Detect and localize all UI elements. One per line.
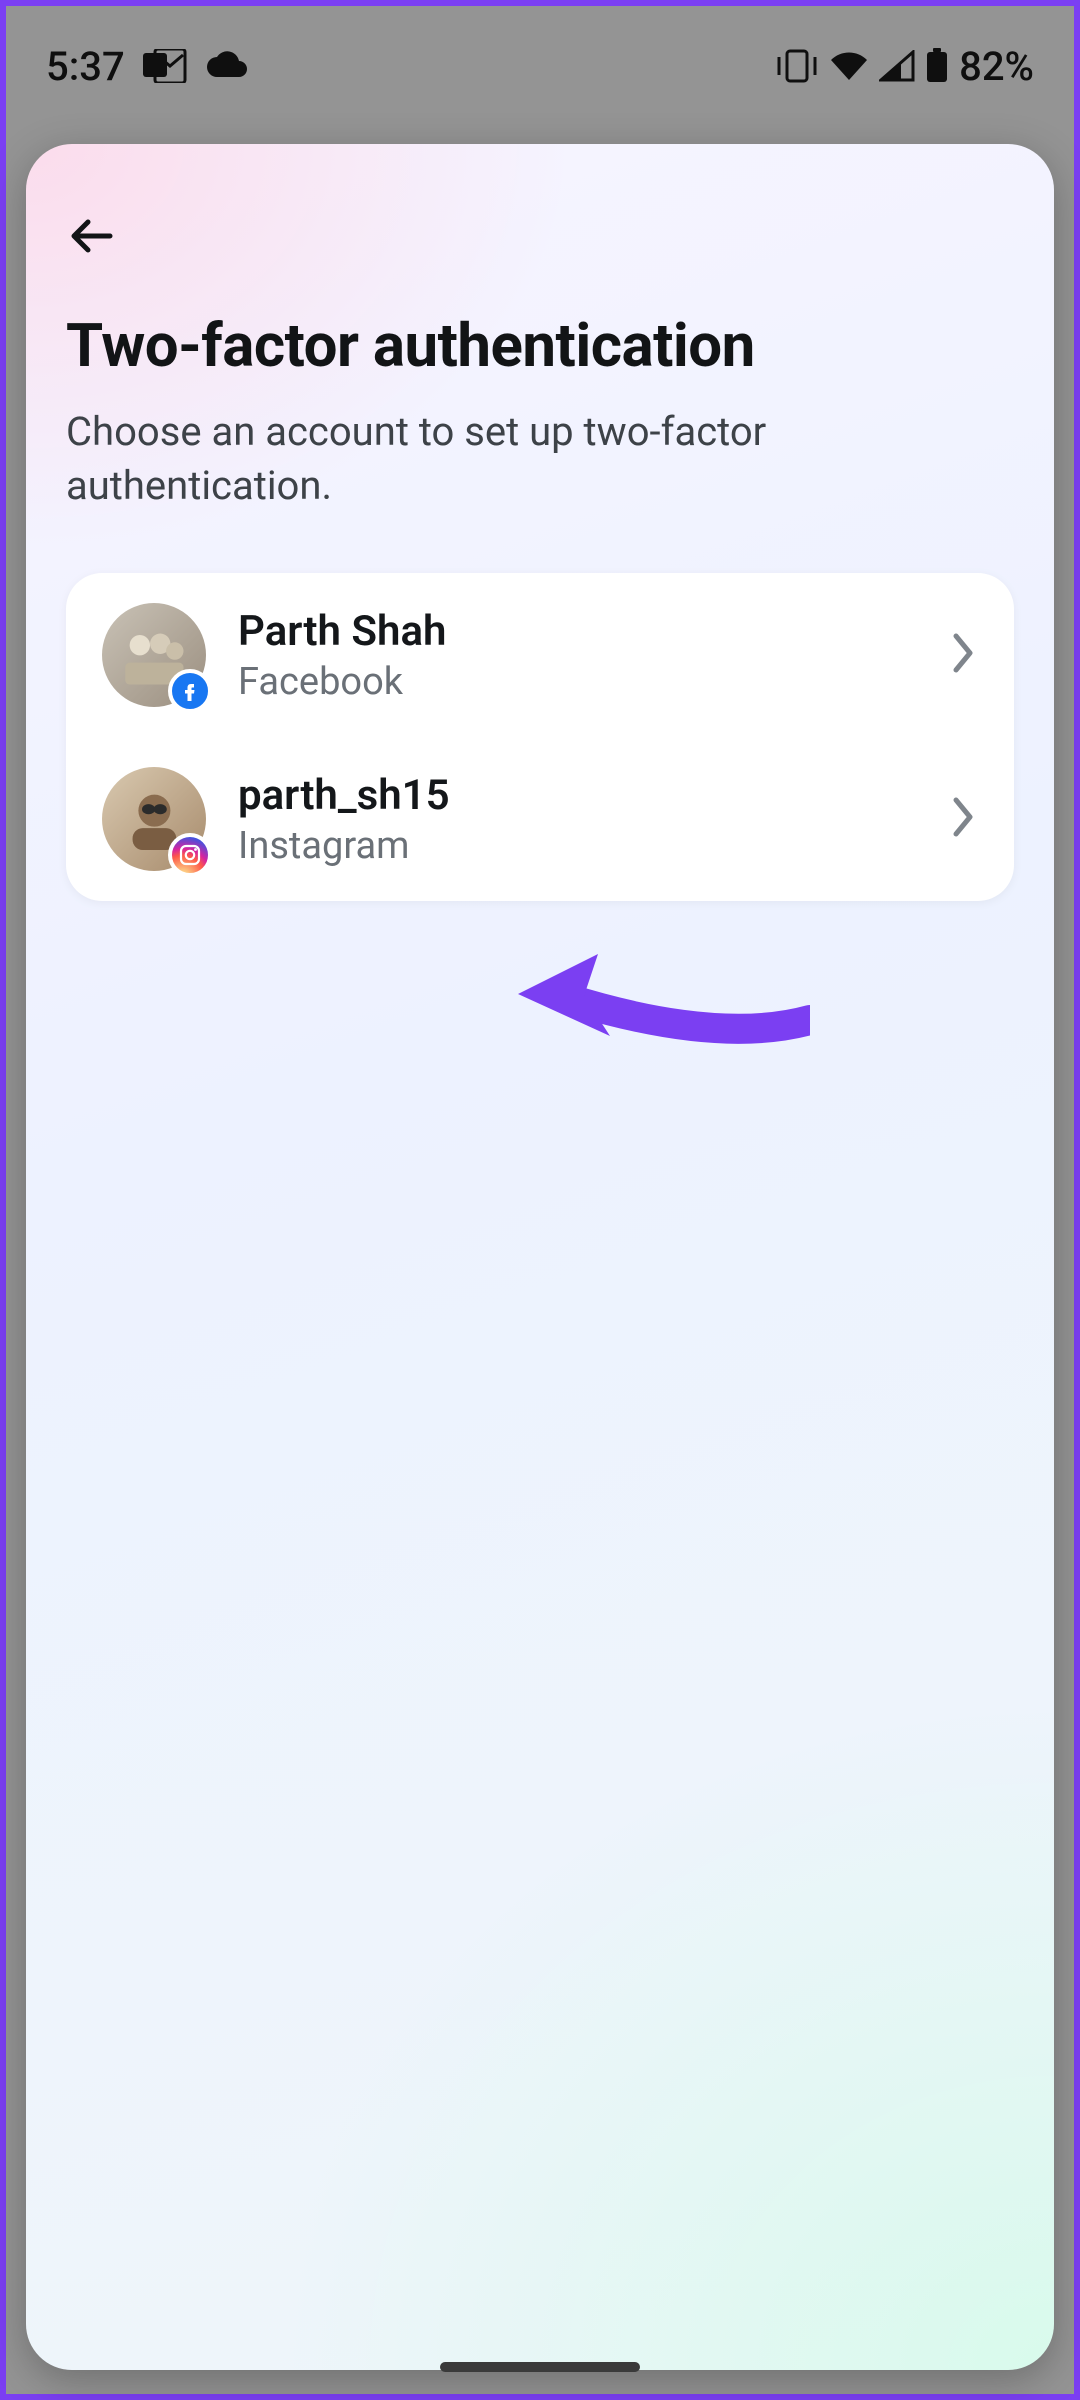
account-row-instagram[interactable]: parth_sh15 Instagram xyxy=(66,737,1014,901)
avatar xyxy=(102,603,206,707)
page-title: Two-factor authentication xyxy=(66,310,1014,381)
instagram-badge-icon xyxy=(168,833,212,877)
arrow-left-icon xyxy=(66,210,118,262)
gesture-bar[interactable] xyxy=(440,2362,640,2372)
account-platform: Facebook xyxy=(238,660,916,704)
account-name: parth_sh15 xyxy=(238,771,916,820)
avatar xyxy=(102,767,206,871)
chevron-right-icon xyxy=(948,794,978,844)
two-factor-sheet: Two-factor authentication Choose an acco… xyxy=(26,144,1054,2370)
account-platform: Instagram xyxy=(238,824,916,868)
accounts-card: Parth Shah Facebook xyxy=(66,573,1014,901)
facebook-badge-icon xyxy=(168,669,212,713)
page-subtitle: Choose an account to set up two-factor a… xyxy=(66,405,966,513)
account-name: Parth Shah xyxy=(238,607,916,656)
back-button[interactable] xyxy=(56,200,128,272)
account-row-facebook[interactable]: Parth Shah Facebook xyxy=(66,573,1014,737)
chevron-right-icon xyxy=(948,630,978,680)
annotation-arrow-icon xyxy=(510,944,810,1054)
